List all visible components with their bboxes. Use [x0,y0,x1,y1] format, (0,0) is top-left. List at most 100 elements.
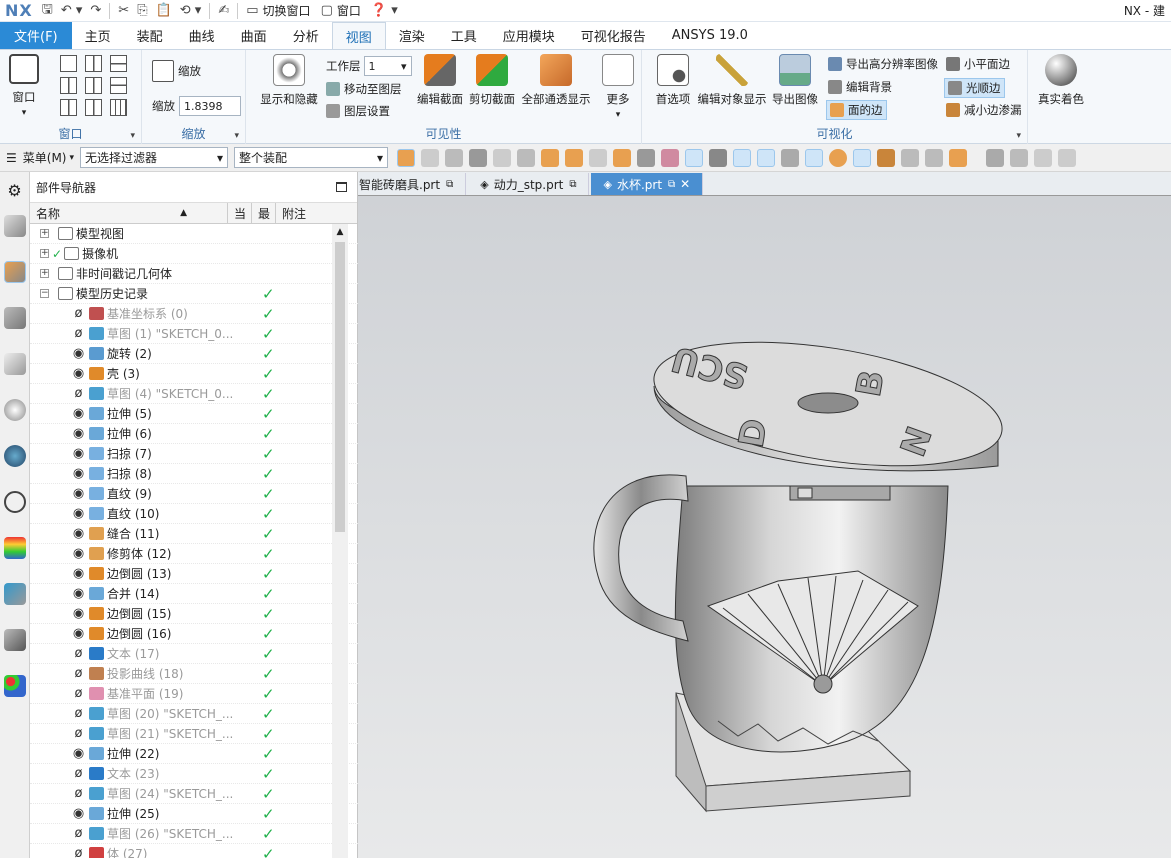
expand-toggle-icon[interactable]: − [40,289,49,298]
layout-four-b-icon[interactable] [85,99,102,116]
window-button[interactable]: 窗口 ▾ [6,54,42,120]
tree-row[interactable]: ◉ 拉伸 (22) ✓ [30,744,358,764]
switch-window-button[interactable]: 切换窗口 [263,2,311,19]
tree-row[interactable]: ø 草图 (26) "SKETCH_... ✓ [30,824,358,844]
document-tab[interactable]: 智能砖磨具.prt ⧉ [354,173,467,195]
eye-icon[interactable]: ◉ [70,586,87,601]
tree-row[interactable]: ◉ 边倒圆 (16) ✓ [30,624,358,644]
preferences-button[interactable]: 首选项 [652,54,694,106]
web-browser-icon[interactable] [3,445,26,467]
multi-select-icon[interactable] [565,148,584,167]
snap-mid-icon[interactable] [685,148,704,167]
expand-toggle-icon[interactable]: + [40,249,49,258]
tab-curve[interactable]: 曲线 [176,22,228,49]
tab-ansys[interactable]: ANSYS 19.0 [659,22,761,49]
small-faces-button[interactable]: 小平面边 [946,56,1010,72]
tree-row[interactable]: + ✓ 摄像机 [30,244,358,264]
eye-icon[interactable]: ◉ [70,606,87,621]
face-edges-toggle[interactable]: 面的边 [826,100,887,120]
tree-row[interactable]: ◉ 边倒圆 (15) ✓ [30,604,358,624]
redo-icon[interactable]: ↷ [90,3,101,18]
eye-icon[interactable]: ◉ [70,406,87,421]
layer-settings-button[interactable]: 图层设置 [326,103,390,119]
all-through-button[interactable]: 全部通透显示 [520,54,592,106]
touch-mode-icon[interactable]: ✍ [218,3,229,18]
tree-row[interactable]: ◉ 扫掠 (7) ✓ [30,444,358,464]
edit-section-button[interactable]: 编辑截面 [416,54,464,106]
snap-tangent-icon[interactable] [877,148,896,167]
eye-icon[interactable]: ◉ [70,426,87,441]
show-hide-button[interactable]: 显示和隐藏 [258,54,320,106]
eye-hidden-icon[interactable]: ø [70,786,87,801]
smooth-edges-toggle[interactable]: 光顺边 [944,78,1005,98]
chevron-down-icon[interactable]: ▾ [234,131,239,141]
history-clock-icon[interactable] [3,491,26,513]
tree-row[interactable]: ø 投影曲线 (18) ✓ [30,664,358,684]
eye-icon[interactable]: ◉ [70,446,87,461]
clip-section-button[interactable]: 剪切截面 [468,54,516,106]
window-icon[interactable]: ▢ [321,3,333,18]
tab-view[interactable]: 视图 [331,22,386,49]
navigator-scrollbar[interactable]: ▲ [332,224,348,858]
snap-perp-icon[interactable] [781,148,800,167]
tools-icon[interactable] [3,629,26,651]
tab-analysis[interactable]: 分析 [280,22,332,49]
body-select-icon[interactable] [613,148,632,167]
view-fit-icon[interactable] [986,148,1005,167]
tree-row[interactable]: ø 文本 (17) ✓ [30,644,358,664]
eye-hidden-icon[interactable]: ø [70,306,87,321]
undo-icon[interactable]: ↶ ▾ [61,3,83,18]
layout-three-b-icon[interactable] [85,77,102,94]
view-zoom-icon[interactable] [1010,148,1029,167]
edit-object-display-button[interactable]: 编辑对象显示 [696,54,768,106]
constraint-navigator-icon[interactable] [3,307,26,329]
column-latest[interactable]: 最 [252,203,276,223]
eye-hidden-icon[interactable]: ø [70,726,87,741]
layout-three-icon[interactable] [60,77,77,94]
snap-intersection-icon[interactable] [853,148,872,167]
tab-assembly[interactable]: 装配 [124,22,176,49]
column-note[interactable]: 附注 [276,203,348,223]
view-orient-icon[interactable] [1058,148,1077,167]
tree-row[interactable]: ◉ 拉伸 (5) ✓ [30,404,358,424]
switch-window-icon[interactable]: ▭ [246,3,258,18]
zoom-scale-input[interactable]: 1.8398 [179,96,241,116]
reuse-library-icon[interactable] [3,353,26,375]
layout-two-h-icon[interactable] [110,55,127,72]
graphics-window[interactable]: SCU B D N [358,196,1171,858]
eye-icon[interactable]: ◉ [70,506,87,521]
eye-icon[interactable]: ◉ [70,486,87,501]
layout-six-icon[interactable] [110,99,127,116]
solid-select-icon[interactable] [541,148,560,167]
snap-spline-icon[interactable] [733,148,752,167]
gear-icon[interactable]: ⚙ [4,181,26,203]
tree-row[interactable]: ◉ 旋转 (2) ✓ [30,344,358,364]
scroll-thumb[interactable] [335,242,345,532]
zoom-button[interactable]: 缩放 [152,60,201,82]
eye-hidden-icon[interactable]: ø [70,686,87,701]
eye-icon[interactable]: ◉ [70,806,87,821]
tab-applications[interactable]: 应用模块 [490,22,568,49]
tree-row[interactable]: ◉ 缝合 (11) ✓ [30,524,358,544]
eye-icon[interactable]: ◉ [70,746,87,761]
selection-scope-select[interactable]: 整个装配 ▾ [234,147,389,168]
tree-row[interactable]: ◉ 边倒圆 (13) ✓ [30,564,358,584]
tree-row[interactable]: ◉ 拉伸 (6) ✓ [30,424,358,444]
tab-file[interactable]: 文件(F) [0,22,72,49]
tree-row[interactable]: + 模型视图 [30,224,358,244]
tree-row[interactable]: ø 文本 (23) ✓ [30,764,358,784]
work-layer-select[interactable]: 1 ▾ [363,56,412,76]
point-icon[interactable] [637,148,656,167]
tree-row[interactable]: − 模型历史记录 ✓ [30,284,358,304]
cut-icon[interactable]: ✂ [118,3,129,18]
eye-hidden-icon[interactable]: ø [70,386,87,401]
tree-row[interactable]: ◉ 扫掠 (8) ✓ [30,464,358,484]
help-icon[interactable]: ❓ ▾ [371,3,398,18]
tab-surface[interactable]: 曲面 [228,22,280,49]
eye-icon[interactable]: ◉ [70,626,87,641]
process-studio-icon[interactable] [3,583,26,605]
select-feature-icon[interactable] [397,148,416,167]
layout-single-icon[interactable] [60,55,77,72]
filter-icon[interactable] [445,148,464,167]
tree-row[interactable]: ø 草图 (21) "SKETCH_... ✓ [30,724,358,744]
